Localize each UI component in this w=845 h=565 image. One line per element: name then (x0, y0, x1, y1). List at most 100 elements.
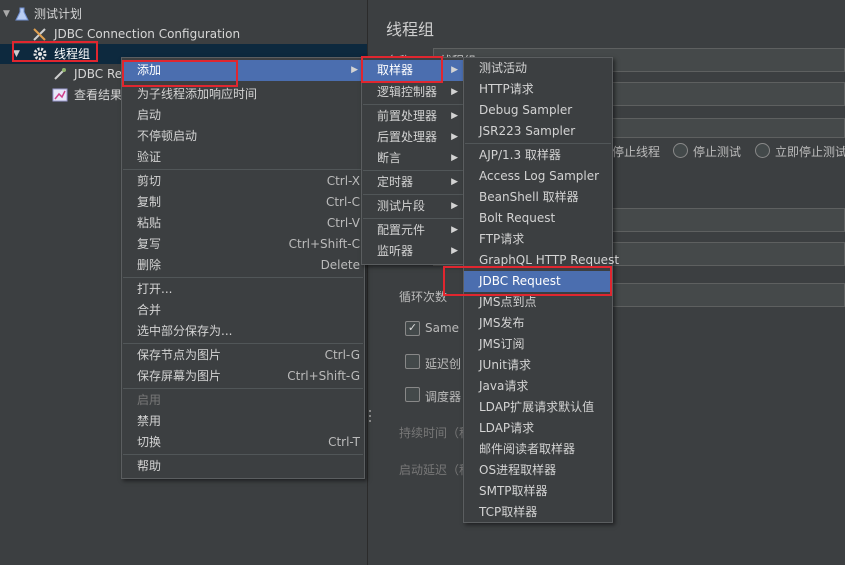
menu-item-label: 测试片段 (377, 199, 426, 213)
menu-item-start-no-pause[interactable]: 不停顿启动 (122, 126, 364, 147)
menu-separator (465, 143, 611, 144)
stop-now-radio[interactable] (755, 143, 770, 158)
menu-item-jms-subscriber[interactable]: JMS订阅 (464, 334, 612, 355)
menu-item-mail-reader-sampler[interactable]: 邮件阅读者取样器 (464, 439, 612, 460)
menu-item-access-log-sampler[interactable]: Access Log Sampler (464, 166, 612, 187)
menu-separator (363, 170, 463, 171)
menu-item-label: 切换 (137, 435, 162, 449)
menu-item-toggle[interactable]: 切换 Ctrl-T (122, 432, 364, 453)
menu-item-ftp-request[interactable]: FTP请求 (464, 229, 612, 250)
menu-item-ajp-sampler[interactable]: AJP/1.3 取样器 (464, 145, 612, 166)
submenu-arrow-icon: ▶ (451, 111, 458, 121)
menu-item-label: HTTP请求 (479, 82, 534, 96)
menu-item-label: 配置元件 (377, 223, 426, 237)
divider-grip-icon[interactable] (369, 410, 371, 412)
chevron-down-icon[interactable]: ▼ (13, 44, 20, 64)
menu-item-jms-point-to-point[interactable]: JMS点到点 (464, 292, 612, 313)
menu-item-disable[interactable]: 禁用 (122, 411, 364, 432)
menu-item-add-response-time[interactable]: 为子线程添加响应时间 (122, 84, 364, 105)
menu-separator (363, 194, 463, 195)
menu-item-listener[interactable]: 监听器 ▶ (362, 241, 464, 262)
tree-item-test-plan[interactable]: ▼ 测试计划 (0, 4, 367, 24)
sampler-submenu: 测试活动 HTTP请求 Debug Sampler JSR223 Sampler… (463, 57, 619, 523)
submenu-arrow-icon: ▶ (451, 132, 458, 142)
menu-item-label: 添加 (137, 63, 162, 77)
menu-item-timer[interactable]: 定时器 ▶ (362, 172, 464, 193)
menu-item-junit-request[interactable]: JUnit请求 (464, 355, 612, 376)
menu-item-jdbc-request[interactable]: JDBC Request (464, 271, 612, 292)
menu-item-shortcut: Delete (320, 258, 360, 272)
menu-item-label: 启动 (137, 108, 162, 122)
chevron-down-icon[interactable]: ▼ (3, 4, 10, 24)
menu-item-label: 保存屏幕为图片 (137, 369, 222, 383)
menu-item-add[interactable]: 添加 ▶ (122, 60, 364, 81)
menu-item-beanshell-sampler[interactable]: BeanShell 取样器 (464, 187, 612, 208)
menu-item-label: LDAP请求 (479, 421, 535, 435)
menu-item-save-screen-image[interactable]: 保存屏幕为图片 Ctrl+Shift-G (122, 366, 364, 387)
menu-item-ldap-request[interactable]: LDAP请求 (464, 418, 612, 439)
menu-item-label: FTP请求 (479, 232, 525, 246)
menu-item-test-fragment[interactable]: 测试片段 ▶ (362, 196, 464, 217)
menu-item-delete[interactable]: 删除 Delete (122, 255, 364, 276)
add-submenu: 取样器 ▶ 逻辑控制器 ▶ 前置处理器 ▶ 后置处理器 ▶ 断言 ▶ 定时器 ▶ 测试片段 ▶… (361, 57, 465, 265)
menu-separator (363, 104, 463, 105)
menu-item-logic-controller[interactable]: 逻辑控制器 ▶ (362, 82, 464, 103)
menu-item-sampler[interactable]: 取样器 ▶ (362, 60, 464, 81)
menu-item-http-request[interactable]: HTTP请求 (464, 79, 612, 100)
menu-item-save-node-image[interactable]: 保存节点为图片 Ctrl-G (122, 345, 364, 366)
menu-item-open[interactable]: 打开... (122, 279, 364, 300)
menu-item-label: 帮助 (137, 459, 162, 473)
tree-item-label: 测试计划 (34, 7, 83, 21)
menu-separator (123, 454, 363, 455)
menu-item-enable[interactable]: 启用 (122, 390, 364, 411)
menu-item-tcp-sampler[interactable]: TCP取样器 (464, 502, 612, 523)
delay-create-checkbox[interactable] (405, 354, 420, 369)
menu-item-postprocessor[interactable]: 后置处理器 ▶ (362, 127, 464, 148)
menu-item-label: 验证 (137, 150, 162, 164)
menu-item-os-process-sampler[interactable]: OS进程取样器 (464, 460, 612, 481)
menu-item-ldap-extended-request[interactable]: LDAP扩展请求默认值 (464, 397, 612, 418)
menu-item-validate[interactable]: 验证 (122, 147, 364, 168)
menu-item-jsr223-sampler[interactable]: JSR223 Sampler (464, 121, 612, 142)
menu-item-debug-sampler[interactable]: Debug Sampler (464, 100, 612, 121)
menu-item-preprocessor[interactable]: 前置处理器 ▶ (362, 106, 464, 127)
menu-item-merge[interactable]: 合并 (122, 300, 364, 321)
menu-item-paste[interactable]: 粘贴 Ctrl-V (122, 213, 364, 234)
tree-item-jdbc-connection[interactable]: JDBC Connection Configuration (0, 24, 367, 44)
same-user-checkbox[interactable]: ✓ (405, 321, 420, 336)
divider-grip-icon[interactable] (369, 420, 371, 422)
menu-item-label: LDAP扩展请求默认值 (479, 400, 595, 414)
stop-test-label: 停止测试 (693, 145, 742, 159)
menu-item-bolt-request[interactable]: Bolt Request (464, 208, 612, 229)
menu-item-duplicate[interactable]: 复写 Ctrl+Shift-C (122, 234, 364, 255)
menu-item-label: BeanShell 取样器 (479, 190, 579, 204)
menu-item-cut[interactable]: 剪切 Ctrl-X (122, 171, 364, 192)
tree-item-label: JDBC Connection Configuration (54, 27, 241, 41)
menu-item-shortcut: Ctrl+Shift-C (288, 237, 360, 251)
menu-item-help[interactable]: 帮助 (122, 456, 364, 477)
menu-item-jms-publisher[interactable]: JMS发布 (464, 313, 612, 334)
menu-item-config-element[interactable]: 配置元件 ▶ (362, 220, 464, 241)
menu-item-label: 不停顿启动 (137, 129, 198, 143)
scheduler-checkbox[interactable] (405, 387, 420, 402)
chart-icon (52, 88, 68, 102)
menu-item-label: 逻辑控制器 (377, 85, 438, 99)
menu-item-assertion[interactable]: 断言 ▶ (362, 148, 464, 169)
menu-item-label: 取样器 (377, 63, 414, 77)
menu-item-start[interactable]: 启动 (122, 105, 364, 126)
gear-icon (33, 47, 47, 61)
menu-item-label: 合并 (137, 303, 162, 317)
menu-item-save-selection[interactable]: 选中部分保存为... (122, 321, 364, 342)
menu-item-test-action[interactable]: 测试活动 (464, 58, 612, 79)
menu-item-java-request[interactable]: Java请求 (464, 376, 612, 397)
submenu-arrow-icon: ▶ (451, 201, 458, 211)
menu-item-graphql-request[interactable]: GraphQL HTTP Request (464, 250, 619, 271)
menu-item-label: Bolt Request (479, 211, 556, 225)
menu-item-smtp-sampler[interactable]: SMTP取样器 (464, 481, 612, 502)
menu-item-copy[interactable]: 复制 Ctrl-C (122, 192, 364, 213)
menu-item-label: GraphQL HTTP Request (479, 253, 620, 267)
menu-item-label: 禁用 (137, 414, 162, 428)
menu-item-label: 断言 (377, 151, 402, 165)
stop-test-radio[interactable] (673, 143, 688, 158)
divider-grip-icon[interactable] (369, 415, 371, 417)
